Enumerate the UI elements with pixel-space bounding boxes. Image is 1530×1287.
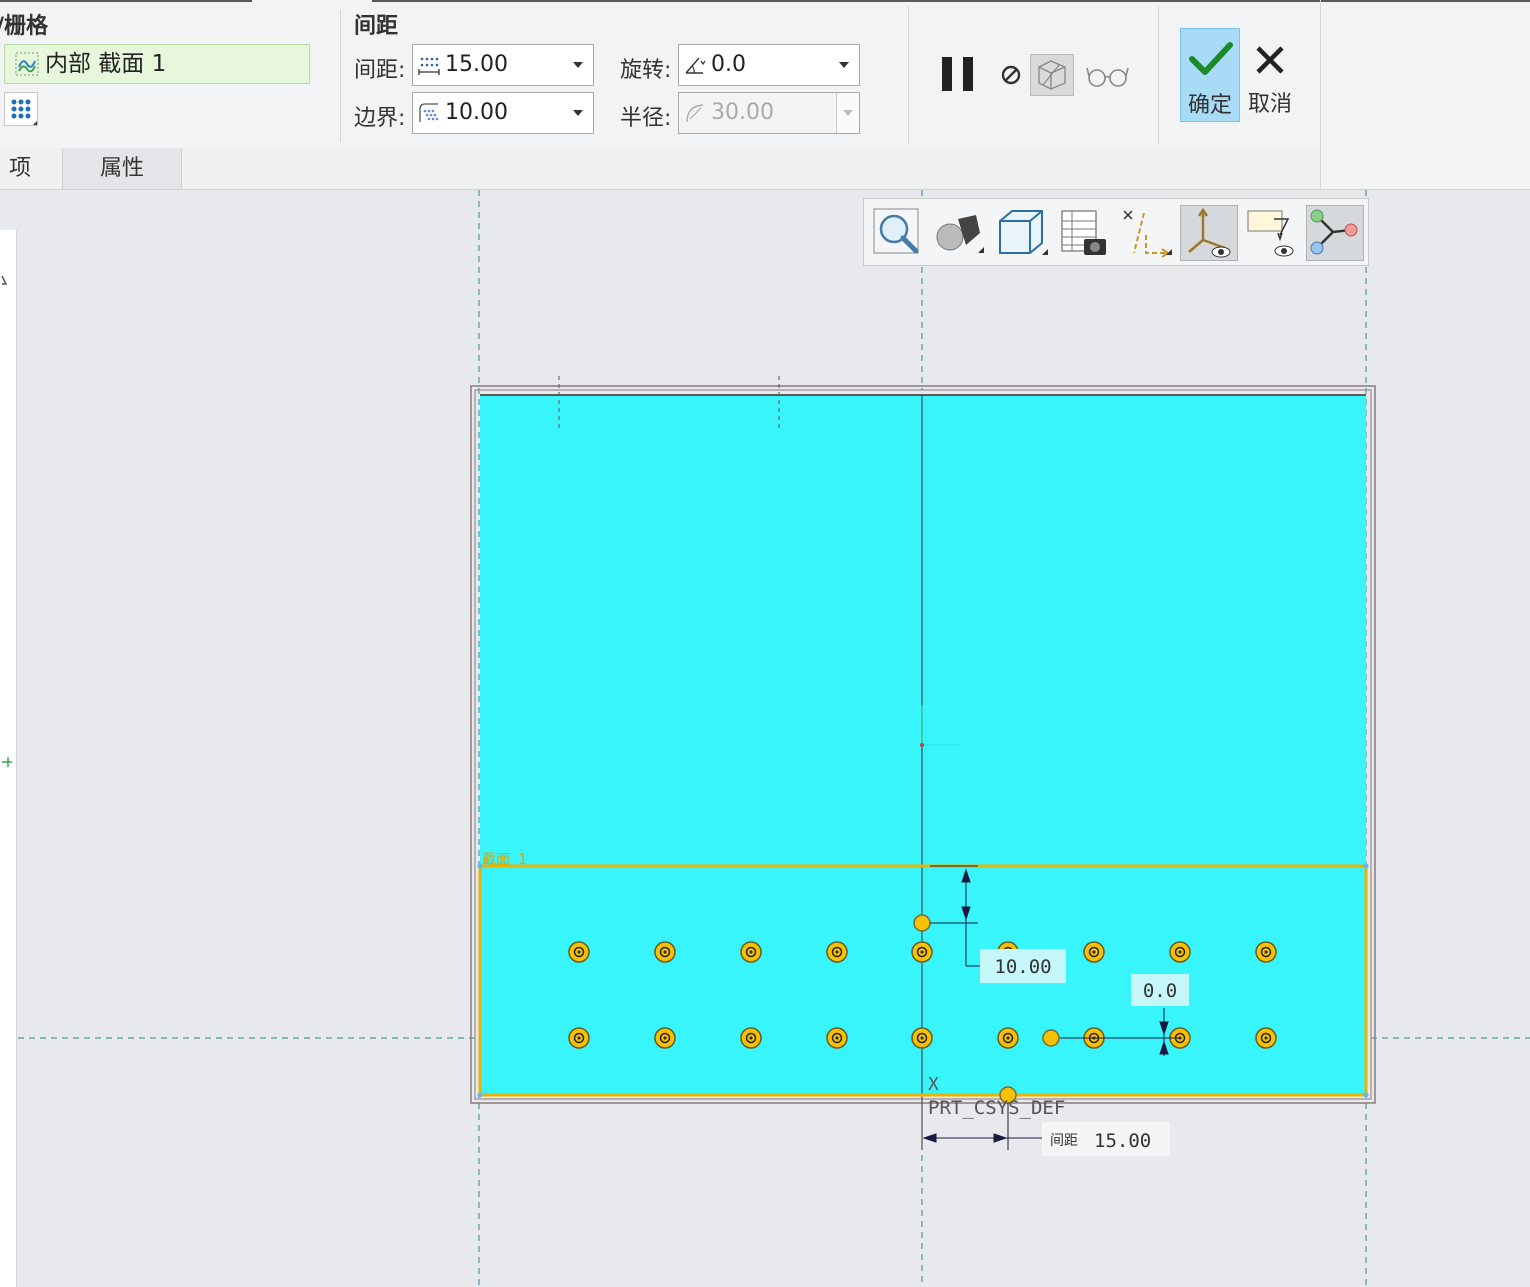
radius-icon bbox=[686, 104, 704, 123]
ok-label: 确定 bbox=[1187, 93, 1232, 118]
rotation-combo[interactable]: 0.0 bbox=[678, 44, 860, 86]
view-tool-datum-display[interactable] bbox=[1116, 205, 1174, 261]
pattern-point[interactable] bbox=[1083, 941, 1105, 963]
zoom-icon bbox=[873, 208, 919, 254]
cancel-button[interactable]: 取消 bbox=[1240, 28, 1300, 122]
pattern-point[interactable] bbox=[568, 1027, 590, 1049]
saved-views-icon bbox=[1061, 210, 1106, 255]
border-dim-value: 10.00 bbox=[994, 956, 1051, 978]
pause-icon[interactable] bbox=[938, 54, 978, 94]
pattern-point[interactable] bbox=[997, 1027, 1019, 1049]
ribbon: /栅格 内部 截面 1 间距 间距: 15.00 边界: 10.00 旋转: 0… bbox=[0, 0, 1530, 190]
section-vertex bbox=[477, 1092, 483, 1098]
csys-axis-label: X bbox=[928, 1074, 939, 1095]
radius-label: 半径: bbox=[620, 106, 672, 131]
ribbon-top-line bbox=[372, 0, 1530, 2]
datum-display-icon bbox=[1123, 210, 1172, 258]
pattern-point[interactable] bbox=[654, 1027, 676, 1049]
csys-name-label: PRT_CSYS_DEF bbox=[928, 1097, 1065, 1119]
border-drag-handle[interactable] bbox=[913, 914, 931, 932]
tab-items[interactable]: 项 bbox=[0, 148, 40, 190]
preview-geometry-button[interactable] bbox=[1030, 54, 1074, 96]
pattern-point[interactable] bbox=[1255, 1027, 1277, 1049]
border-label: 边界: bbox=[354, 106, 406, 131]
rotation-drag-handle[interactable] bbox=[1042, 1029, 1060, 1047]
dropdown-arrow-icon bbox=[843, 110, 853, 116]
display-style-icon bbox=[999, 210, 1048, 255]
glasses-icon[interactable] bbox=[1086, 62, 1130, 90]
rotation-label: 旋转: bbox=[620, 58, 672, 83]
ribbon-top-line bbox=[0, 0, 252, 2]
section-vertex bbox=[1363, 863, 1369, 869]
pattern-point[interactable] bbox=[911, 941, 933, 963]
pattern-group-title: /栅格 bbox=[0, 14, 49, 39]
pattern-point[interactable] bbox=[826, 941, 848, 963]
sketch-section-icon bbox=[15, 52, 39, 76]
view-toolbar bbox=[863, 198, 1369, 266]
pattern-point[interactable] bbox=[1255, 941, 1277, 963]
border-combo[interactable]: 10.00 bbox=[412, 92, 594, 134]
appearance-icon bbox=[936, 215, 984, 253]
cancel-label: 取消 bbox=[1247, 92, 1292, 117]
section-reference-field[interactable]: 内部 截面 1 bbox=[4, 44, 310, 84]
spin-center-icon bbox=[1310, 209, 1358, 255]
csys-display-icon bbox=[1188, 207, 1231, 258]
graphics-area[interactable]: 截面 1 10.00 0.0 X PRT_CSYS_DEF 间距 15.00 bbox=[0, 190, 1530, 1287]
pattern-point[interactable] bbox=[654, 941, 676, 963]
view-tool-spin-center[interactable] bbox=[1306, 205, 1364, 261]
grid-type-button[interactable] bbox=[4, 92, 38, 126]
section-vertex bbox=[477, 863, 483, 869]
grid-pattern-icon bbox=[11, 99, 37, 125]
annotation-display-icon bbox=[1247, 210, 1294, 257]
border-value: 10.00 bbox=[445, 100, 508, 125]
ribbon-edge bbox=[1320, 0, 1321, 190]
border-icon bbox=[419, 103, 439, 122]
verify-model-icon bbox=[1038, 60, 1066, 90]
close-icon bbox=[1256, 46, 1284, 74]
spacing-dim-value: 15.00 bbox=[1094, 1130, 1151, 1152]
tab-properties[interactable]: 属性 bbox=[62, 148, 182, 190]
group-separator bbox=[340, 10, 341, 142]
view-tool-annotation-display[interactable] bbox=[1244, 205, 1302, 261]
dropdown-arrow-icon bbox=[573, 62, 583, 68]
pattern-point[interactable] bbox=[826, 1027, 848, 1049]
radius-combo: 30.00 bbox=[678, 92, 860, 134]
pattern-point[interactable] bbox=[911, 1027, 933, 1049]
rotation-dim-value: 0.0 bbox=[1143, 980, 1177, 1002]
group-separator bbox=[1158, 6, 1159, 144]
checkmark-icon bbox=[1189, 42, 1233, 75]
ok-button[interactable]: 确定 bbox=[1180, 28, 1240, 122]
section-label: 截面 1 bbox=[482, 852, 527, 868]
section-reference-value: 内部 截面 1 bbox=[45, 51, 167, 77]
view-tool-display-style[interactable] bbox=[992, 205, 1050, 261]
pattern-point[interactable] bbox=[568, 941, 590, 963]
dropdown-arrow-icon bbox=[573, 110, 583, 116]
view-tool-csys-display[interactable] bbox=[1180, 205, 1238, 261]
section-vertex bbox=[1363, 1092, 1369, 1098]
view-tool-saved-views[interactable] bbox=[1054, 205, 1112, 261]
spacing-dim-prefix: 间距 bbox=[1050, 1133, 1078, 1149]
spacing-icon bbox=[418, 57, 440, 75]
spacing-combo[interactable]: 15.00 bbox=[412, 44, 594, 86]
pattern-point[interactable] bbox=[1169, 941, 1191, 963]
view-tool-zoom[interactable] bbox=[870, 205, 928, 261]
tab-bar: 项 属性 bbox=[0, 148, 1320, 190]
spacing-group-title: 间距 bbox=[354, 14, 399, 39]
view-tool-appearance[interactable] bbox=[930, 205, 988, 261]
pattern-point[interactable] bbox=[740, 941, 762, 963]
no-preview-icon[interactable] bbox=[998, 62, 1024, 88]
group-separator bbox=[908, 6, 909, 144]
pattern-point[interactable] bbox=[740, 1027, 762, 1049]
rotation-angle-icon bbox=[685, 57, 706, 74]
radius-value: 30.00 bbox=[711, 100, 774, 125]
rotation-value: 0.0 bbox=[711, 52, 746, 77]
dropdown-arrow-icon bbox=[839, 62, 849, 68]
spacing-label: 间距: bbox=[354, 58, 406, 83]
spacing-value: 15.00 bbox=[445, 52, 508, 77]
